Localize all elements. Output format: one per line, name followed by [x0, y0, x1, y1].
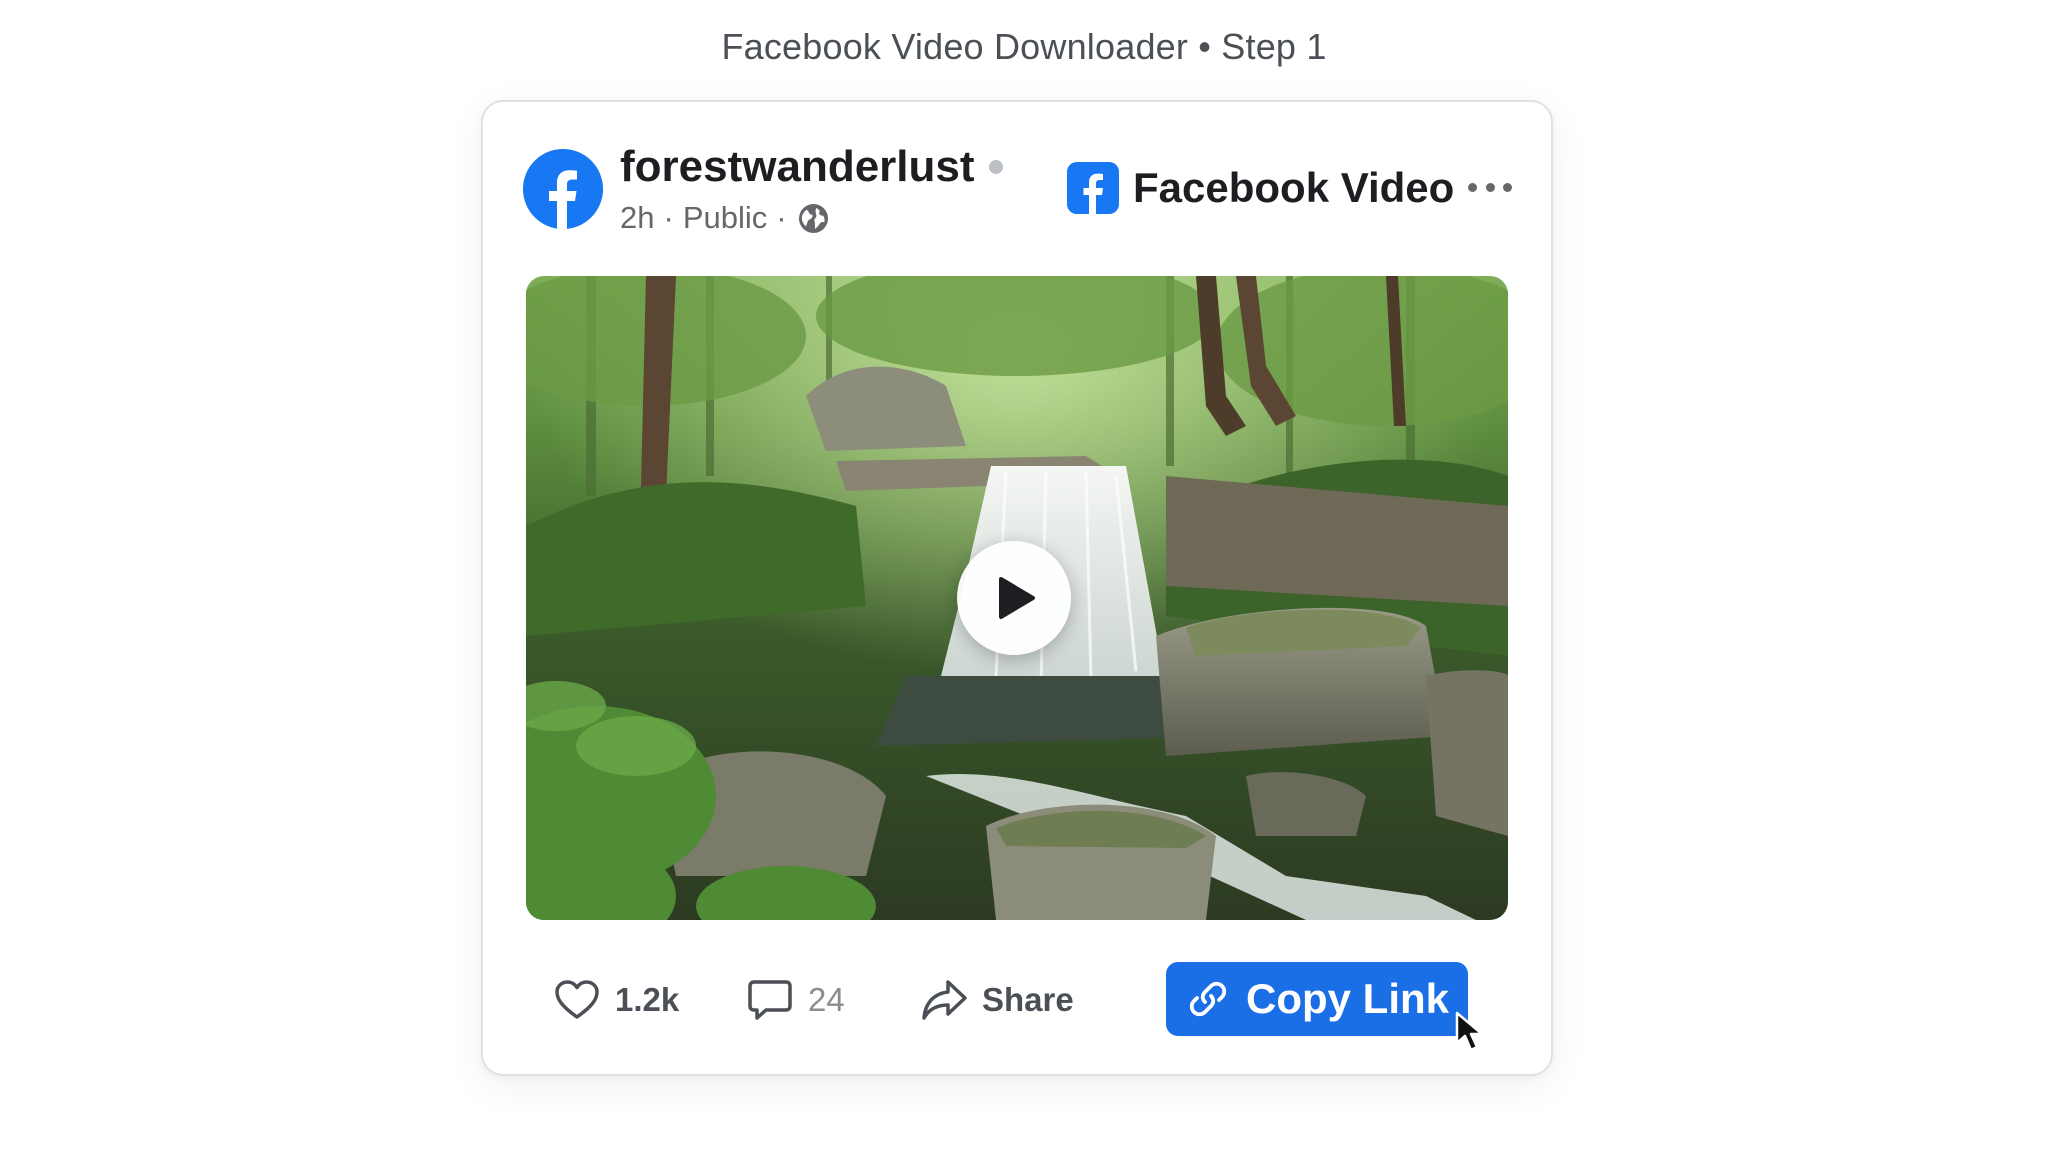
heart-icon [555, 980, 599, 1019]
meta-separator: · [776, 200, 787, 235]
brand-label: Facebook Video [1133, 164, 1455, 211]
post-author[interactable]: forestwanderlust [620, 142, 1003, 192]
copy-link-label: Copy Link [1246, 975, 1450, 1022]
status-dot [988, 160, 1003, 174]
video-thumbnail[interactable] [526, 276, 1508, 920]
post-visibility: Public [682, 200, 768, 235]
globe-icon [798, 203, 828, 233]
play-icon[interactable] [957, 541, 1071, 655]
post-actions: 1.2k 24 Share Copy Link [483, 962, 1551, 1038]
like-button[interactable]: 1.2k [553, 962, 679, 1038]
facebook-video-brand: Facebook Video [1067, 162, 1454, 214]
more-options-icon[interactable] [1468, 172, 1512, 202]
post-meta: 2h · Public · [620, 200, 829, 236]
facebook-avatar-icon[interactable] [523, 149, 603, 229]
post-time[interactable]: 2h [620, 200, 654, 236]
share-label: Share [982, 981, 1074, 1018]
facebook-logo-icon [1067, 162, 1119, 214]
comment-button[interactable]: 24 [746, 962, 845, 1038]
copy-link-button[interactable]: Copy Link [1166, 962, 1468, 1036]
meta-separator: · [663, 200, 674, 235]
like-count: 1.2k [615, 981, 680, 1018]
page-heading: Facebook Video Downloader • Step 1 [721, 26, 1327, 67]
link-icon [1189, 981, 1227, 1017]
video-post-card: forestwanderlust 2h · Public · Facebook … [481, 100, 1553, 1076]
author-name[interactable]: forestwanderlust [620, 142, 975, 192]
share-icon [922, 980, 967, 1020]
comment-count: 24 [808, 981, 845, 1018]
cursor-icon [1455, 1011, 1484, 1052]
comment-icon [748, 980, 792, 1020]
share-button[interactable]: Share [920, 962, 1074, 1038]
